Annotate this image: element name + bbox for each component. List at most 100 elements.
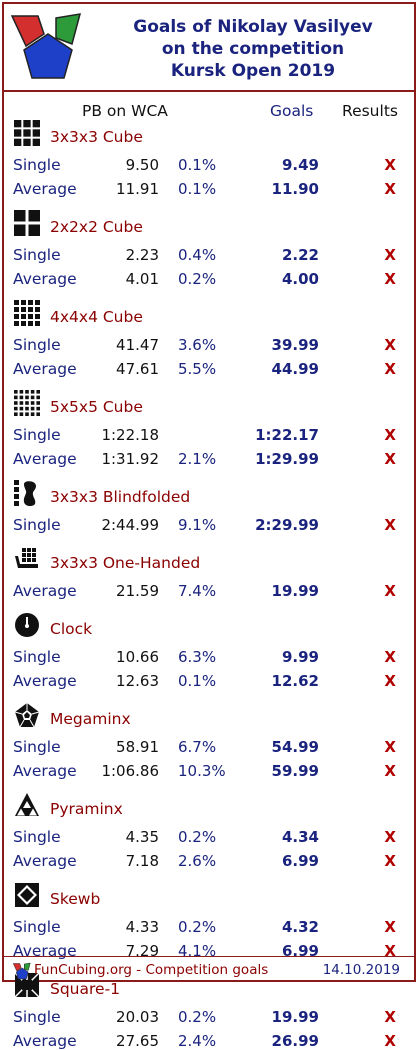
funcubing-logo-icon: [10, 13, 82, 79]
goal-value: 11.90: [271, 180, 319, 198]
event-name: Megaminx: [50, 710, 131, 728]
goal-value: 6.99: [281, 852, 319, 870]
result-type-label: Average: [13, 1032, 77, 1050]
improvement-percent: 6.7%: [178, 738, 217, 756]
result-type-label: Average: [13, 450, 77, 468]
goal-value: 26.99: [271, 1032, 319, 1050]
improvement-percent: 2.4%: [178, 1032, 217, 1050]
goal-value: 2:29.99: [255, 516, 319, 534]
result-x-mark: X: [384, 270, 396, 288]
one-handed-icon: [14, 546, 42, 574]
goal-value: 9.99: [281, 648, 319, 666]
goal-value: 4.00: [281, 270, 319, 288]
result-type-label: Single: [13, 516, 61, 534]
footer-divider: [4, 956, 414, 957]
improvement-percent: 0.2%: [178, 918, 217, 936]
goal-value: 1:29.99: [255, 450, 319, 468]
improvement-percent: 0.2%: [178, 1008, 217, 1026]
result-x-mark: X: [384, 738, 396, 756]
clock-icon: [14, 612, 42, 640]
result-x-mark: X: [384, 672, 396, 690]
result-x-mark: X: [384, 648, 396, 666]
improvement-percent: 0.4%: [178, 246, 217, 264]
personal-best-value: 4.35: [125, 828, 159, 846]
result-type-label: Single: [13, 1008, 61, 1026]
cube-3x3-icon: [14, 120, 42, 148]
event-name: 3x3x3 Cube: [50, 128, 143, 146]
result-type-label: Single: [13, 426, 61, 444]
result-type-label: Average: [13, 270, 77, 288]
goal-value: 44.99: [271, 360, 319, 378]
result-x-mark: X: [384, 336, 396, 354]
header-divider: [4, 90, 414, 92]
result-x-mark: X: [384, 426, 396, 444]
goals-card: Goals of Nikolay Vasilyev on the competi…: [2, 2, 416, 1050]
improvement-percent: 0.1%: [178, 180, 217, 198]
skewb-icon: [14, 882, 42, 910]
title-line-1: Goals of Nikolay Vasilyev: [133, 17, 373, 37]
cube-4x4-icon: [14, 300, 42, 328]
personal-best-value: 27.65: [116, 1032, 159, 1050]
result-x-mark: X: [384, 450, 396, 468]
event-name: 3x3x3 One-Handed: [50, 554, 201, 572]
personal-best-value: 1:31.92: [101, 450, 159, 468]
event-name: 4x4x4 Cube: [50, 308, 143, 326]
footer-site-text: FunCubing.org - Competition goals: [34, 962, 269, 978]
pyraminx-icon: [14, 792, 42, 820]
result-type-label: Single: [13, 648, 61, 666]
result-x-mark: X: [384, 180, 396, 198]
result-type-label: Single: [13, 156, 61, 174]
event-name: 3x3x3 Blindfolded: [50, 488, 191, 506]
result-x-mark: X: [384, 246, 396, 264]
personal-best-value: 7.18: [125, 852, 159, 870]
column-header-results: Results: [342, 102, 398, 120]
goal-value: 39.99: [271, 336, 319, 354]
personal-best-value: 11.91: [116, 180, 159, 198]
result-x-mark: X: [384, 1008, 396, 1026]
personal-best-value: 41.47: [116, 336, 159, 354]
personal-best-value: 4.33: [125, 918, 159, 936]
result-type-label: Average: [13, 672, 77, 690]
footer: FunCubing.org - Competition goals 14.10.…: [4, 956, 414, 984]
result-type-label: Single: [13, 918, 61, 936]
result-x-mark: X: [384, 762, 396, 780]
goal-value: 54.99: [271, 738, 319, 756]
result-type-label: Average: [13, 180, 77, 198]
goal-value: 1:22.17: [255, 426, 319, 444]
goal-value: 19.99: [271, 1008, 319, 1026]
goal-value: 4.34: [281, 828, 319, 846]
result-x-mark: X: [384, 516, 396, 534]
result-type-label: Single: [13, 246, 61, 264]
result-type-label: Average: [13, 852, 77, 870]
footer-date: 14.10.2019: [322, 962, 400, 978]
column-header-pb: PB on WCA: [82, 102, 168, 120]
page-title: Goals of Nikolay Vasilyev on the competi…: [94, 16, 412, 82]
event-name: 5x5x5 Cube: [50, 398, 143, 416]
goal-value: 59.99: [271, 762, 319, 780]
improvement-percent: 0.2%: [178, 828, 217, 846]
event-name: Pyraminx: [50, 800, 123, 818]
personal-best-value: 10.66: [116, 648, 159, 666]
improvement-percent: 0.1%: [178, 156, 217, 174]
event-name: 2x2x2 Cube: [50, 218, 143, 236]
personal-best-value: 12.63: [116, 672, 159, 690]
result-type-label: Single: [13, 336, 61, 354]
goal-value: 12.62: [271, 672, 319, 690]
footer-logo-icon: [12, 962, 31, 980]
improvement-percent: 2.6%: [178, 852, 217, 870]
cube-2x2-icon: [14, 210, 42, 238]
improvement-percent: 0.1%: [178, 672, 217, 690]
result-type-label: Single: [13, 828, 61, 846]
event-name: Clock: [50, 620, 93, 638]
improvement-percent: 5.5%: [178, 360, 217, 378]
personal-best-value: 1:22.18: [101, 426, 159, 444]
column-header-goals: Goals: [270, 102, 314, 120]
result-x-mark: X: [384, 918, 396, 936]
result-x-mark: X: [384, 828, 396, 846]
personal-best-value: 1:06.86: [101, 762, 159, 780]
title-line-2: on the competition: [161, 39, 345, 59]
personal-best-value: 47.61: [116, 360, 159, 378]
personal-best-value: 2:44.99: [101, 516, 159, 534]
improvement-percent: 10.3%: [178, 762, 226, 780]
result-type-label: Average: [13, 582, 77, 600]
